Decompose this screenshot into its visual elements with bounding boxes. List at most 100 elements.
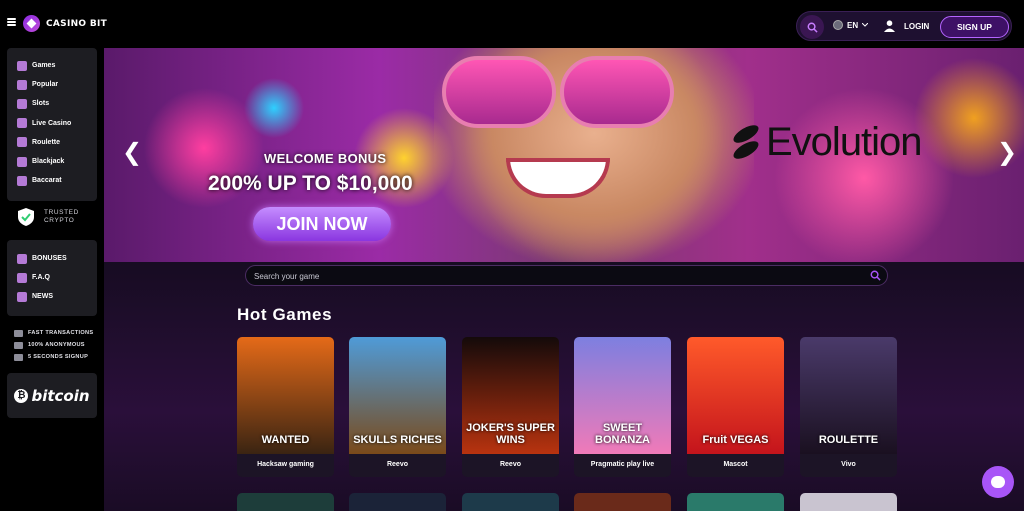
search-icon[interactable] <box>870 270 881 281</box>
sidebar-item-label: Blackjack <box>32 158 65 166</box>
faq-icon <box>17 272 27 283</box>
sidebar-item-slots[interactable]: Slots <box>7 94 97 113</box>
hero-banner[interactable]: ❮ ❯ WELCOME BONUS 200% UP TO $10,000 JOI… <box>104 48 1024 262</box>
sidebar-item-label: F.A.Q <box>32 274 50 282</box>
game-title: WANTED <box>261 434 310 446</box>
hot-games-title: Hot Games <box>237 305 333 324</box>
game-provider: Reevo <box>499 461 521 468</box>
roulette-icon <box>17 137 27 148</box>
game-card[interactable] <box>800 493 897 511</box>
evolution-text: Evolution <box>766 120 923 164</box>
search-input[interactable] <box>254 269 854 283</box>
sidebar-item-news[interactable]: NEWS <box>7 287 97 306</box>
signup-button[interactable]: SIGN UP <box>940 16 1009 38</box>
game-title: Fruit VEGAS <box>702 434 769 446</box>
trusted-line-2: CRYPTO <box>44 217 75 224</box>
game-provider: Hacksaw gaming <box>257 461 314 468</box>
chat-button[interactable] <box>982 466 1014 498</box>
bitcoin-label: bitcoin <box>31 386 90 405</box>
menu-icon[interactable] <box>7 18 16 26</box>
game-provider: Vivo <box>841 461 856 468</box>
sidebar-item-faq[interactable]: F.A.Q <box>7 268 97 287</box>
clock-icon <box>14 353 23 361</box>
game-provider: Pragmatic play live <box>590 461 655 468</box>
game-thumbnail: SWEET BONANZA <box>574 337 671 454</box>
hero-bonus: 200% UP TO $10,000 <box>208 172 413 195</box>
trusted-line-1: TRUSTED <box>44 209 79 216</box>
cherries-icon <box>17 60 27 71</box>
game-card[interactable]: SKULLS RICHES Reevo <box>349 337 446 477</box>
popular-icon <box>17 79 27 90</box>
sidebar-item-label: Slots <box>32 100 50 108</box>
game-thumbnail: JOKER'S SUPER WINS <box>462 337 559 454</box>
game-card[interactable]: SWEET BONANZA Pragmatic play live <box>574 337 671 477</box>
sidebar-item-live-casino[interactable]: Live Casino <box>7 114 97 133</box>
sidebar-item-roulette[interactable]: Roulette <box>7 133 97 152</box>
game-thumbnail: WANTED <box>237 337 334 454</box>
language-selector[interactable]: EN <box>833 20 869 30</box>
chevron-down-icon <box>862 23 869 27</box>
game-card[interactable]: JOKER'S SUPER WINS Reevo <box>462 337 559 477</box>
sidebar-item-popular[interactable]: Popular <box>7 75 97 94</box>
globe-icon <box>833 20 843 30</box>
games-menu: Games Popular Slots Live Casino Roulette… <box>7 48 97 201</box>
shield-check-icon <box>18 208 34 226</box>
sidebar-item-label: Baccarat <box>32 177 62 185</box>
hero-welcome: WELCOME BONUS <box>264 151 387 166</box>
feature-label: FAST TRANSACTIONS <box>28 330 94 336</box>
sidebar-item-bonuses[interactable]: BONUSES <box>7 249 97 268</box>
login-link[interactable]: LOGIN <box>904 22 929 31</box>
sidebar-item-games[interactable]: Games <box>7 56 97 75</box>
chevron-right-icon[interactable]: ❯ <box>997 138 1017 166</box>
feature-label: 100% ANONYMOUS <box>28 342 85 348</box>
features-list: FAST TRANSACTIONS 100% ANONYMOUS 5 SECON… <box>14 327 93 363</box>
logo[interactable]: CASINO BIT <box>23 15 107 32</box>
language-label: EN <box>847 20 859 30</box>
game-card[interactable] <box>349 493 446 511</box>
sidebar-item-label: BONUSES <box>32 255 67 263</box>
sidebar-item-label: Games <box>32 62 56 70</box>
game-card[interactable]: ROULETTE Vivo <box>800 337 897 477</box>
sidebar-item-label: NEWS <box>32 293 53 301</box>
game-thumbnail: SKULLS RICHES <box>349 337 446 454</box>
news-icon <box>17 291 27 302</box>
evolution-mark-icon <box>730 121 762 162</box>
chevron-left-icon[interactable]: ❮ <box>122 138 142 166</box>
logo-icon <box>23 15 40 32</box>
sidebar-item-baccarat[interactable]: Baccarat <box>7 171 97 190</box>
game-title: SWEET BONANZA <box>595 422 650 446</box>
game-title: ROULETTE <box>818 434 879 446</box>
logo-text: CASINO BIT <box>46 18 108 29</box>
game-card[interactable]: Fruit VEGAS Mascot <box>687 337 784 477</box>
sunglasses-image <box>442 56 674 128</box>
game-provider: Mascot <box>723 461 748 468</box>
feature-label: 5 SECONDS SIGNUP <box>28 354 89 360</box>
feature-item: 100% ANONYMOUS <box>14 339 93 351</box>
chat-icon <box>991 476 1005 488</box>
game-title: JOKER'S SUPER WINS <box>466 422 555 446</box>
search-icon <box>807 22 818 33</box>
join-now-button[interactable]: JOIN NOW <box>253 207 391 241</box>
baccarat-icon <box>17 175 27 186</box>
lightning-icon <box>14 329 23 337</box>
game-title: SKULLS RICHES <box>353 434 442 446</box>
bonus-icon <box>17 253 27 264</box>
bitcoin-badge: ₿ bitcoin <box>7 373 97 418</box>
info-menu: BONUSES F.A.Q NEWS <box>7 240 97 316</box>
game-card[interactable] <box>462 493 559 511</box>
game-search <box>245 265 888 286</box>
sidebar-item-label: Roulette <box>32 138 60 146</box>
game-card[interactable] <box>687 493 784 511</box>
slots-icon <box>17 98 27 109</box>
game-card[interactable] <box>237 493 334 511</box>
game-card[interactable] <box>574 493 671 511</box>
game-card[interactable]: WANTED Hacksaw gaming <box>237 337 334 477</box>
search-button[interactable] <box>800 15 824 39</box>
user-icon <box>884 20 895 32</box>
sidebar-item-blackjack[interactable]: Blackjack <box>7 152 97 171</box>
sidebar-item-label: Popular <box>32 81 59 89</box>
game-thumbnail: ROULETTE <box>800 337 897 454</box>
bitcoin-icon: ₿ <box>14 388 29 403</box>
trusted-crypto-badge: TRUSTED CRYPTO <box>18 208 79 226</box>
blackjack-icon <box>17 156 27 167</box>
